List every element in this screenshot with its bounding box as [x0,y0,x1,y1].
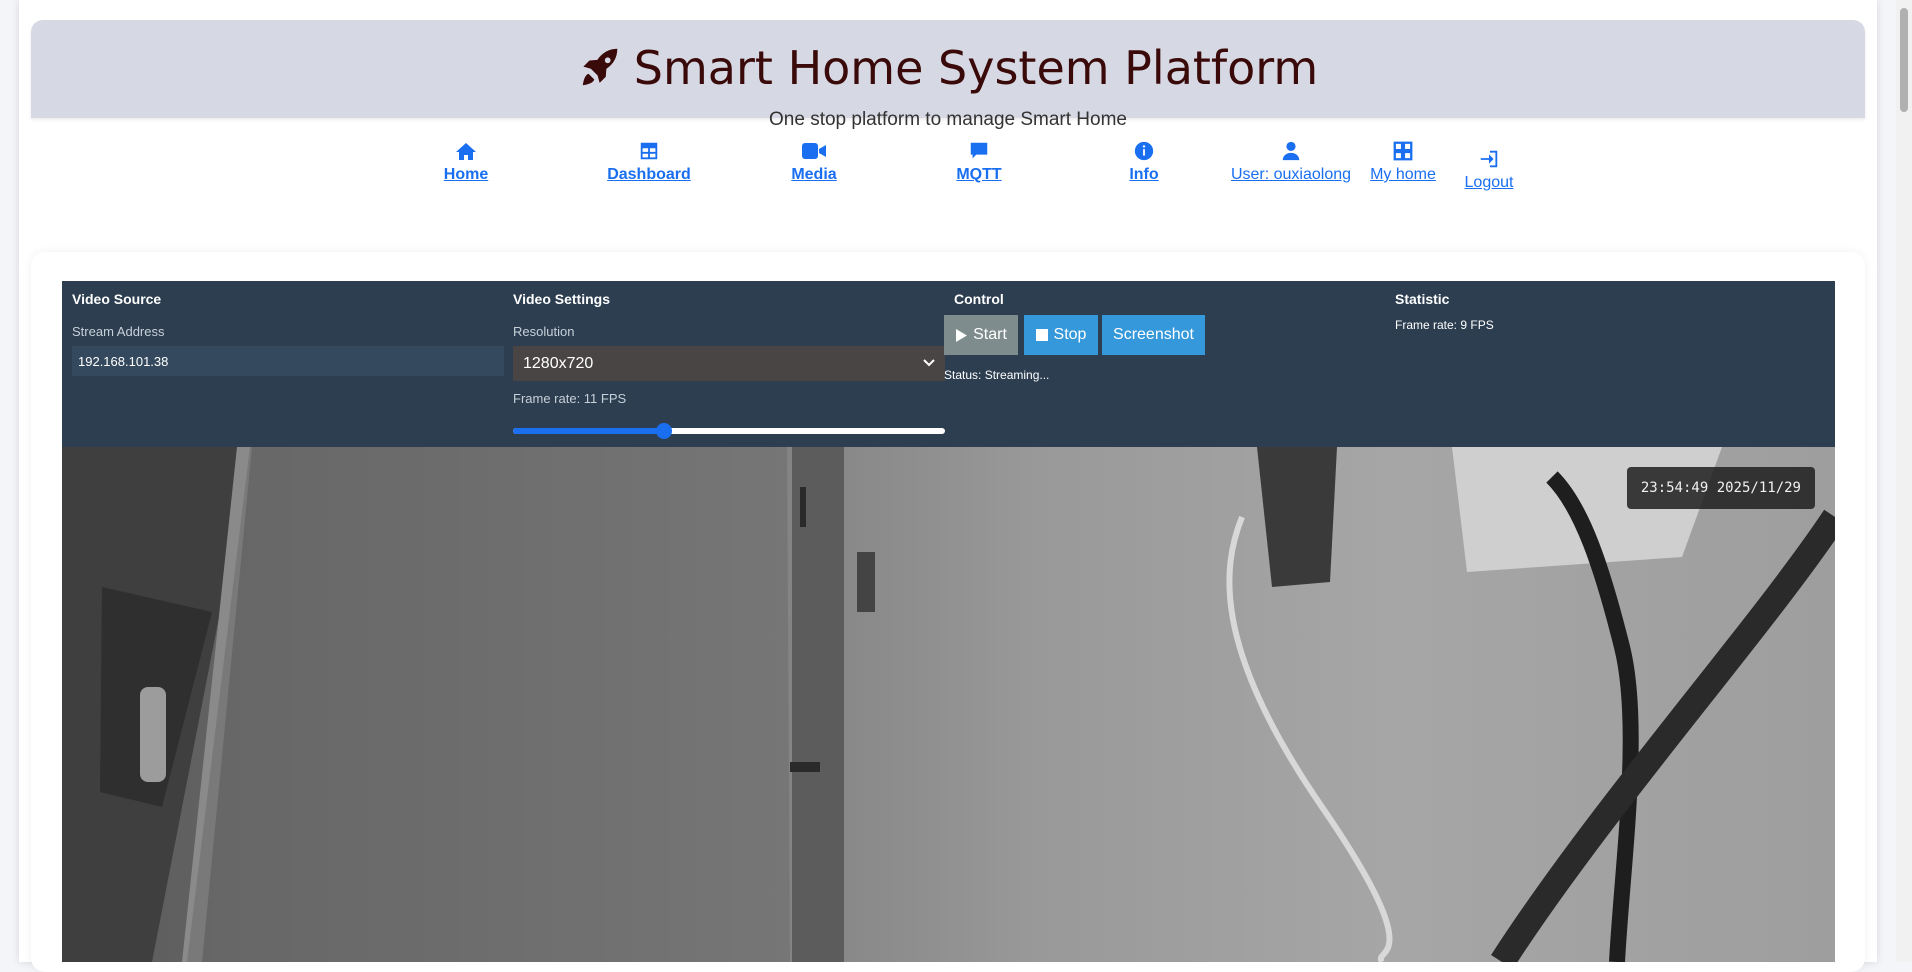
page-title: Smart Home System Platform [31,40,1865,96]
page-subtitle: One stop platform to manage Smart Home [769,109,1127,130]
table-icon [579,140,719,164]
main-nav: Home Dashboard Media MQTT Info User: oux [19,140,1877,200]
message-icon [929,140,1029,164]
nav-media[interactable]: Media [764,140,864,184]
video-source-heading: Video Source [72,291,162,307]
control-bar: Video Source Stream Address Video Settin… [62,281,1835,447]
video-stream: 23:54:49 2025/11/29 [62,447,1835,962]
frame-rate-slider[interactable] [513,421,945,441]
video-frame-image [62,447,1835,962]
resolution-select[interactable]: 1280x720 [513,346,945,381]
rocket-icon [582,48,618,86]
home-icon [421,140,511,164]
frame-rate-label: Frame rate: 11 FPS [513,391,627,406]
start-button[interactable]: Start [944,315,1018,355]
resolution-value: 1280x720 [523,354,594,372]
video-settings-section: Video Settings Resolution 1280x720 Frame… [503,281,945,447]
nav-dashboard[interactable]: Dashboard [579,140,719,184]
stop-icon [1035,329,1048,341]
nav-logout[interactable]: Logout [1434,148,1544,192]
header: Smart Home System Platform One stop plat… [31,20,1865,130]
video-source-section: Video Source Stream Address [62,281,504,447]
slider-thumb[interactable] [656,423,673,439]
control-section: Control Start Stop Screenshot Status: St… [944,281,1385,447]
stream-address-label: Stream Address [72,324,165,339]
stop-button[interactable]: Stop [1024,315,1098,355]
statistic-heading: Statistic [1395,291,1450,307]
nav-home[interactable]: Home [421,140,511,184]
statistic-frame-rate: Frame rate: 9 FPS [1395,318,1494,332]
slider-fill [513,428,665,434]
status-text: Status: Streaming... [944,368,1050,382]
screenshot-button[interactable]: Screenshot [1102,315,1205,355]
stream-address-input[interactable] [72,346,504,376]
statistic-section: Statistic Frame rate: 9 FPS [1385,281,1835,447]
video-settings-heading: Video Settings [513,291,610,307]
scrollbar-thumb[interactable] [1900,8,1908,112]
page-scrollbar[interactable] [1896,0,1912,962]
nav-info[interactable]: Info [1094,140,1194,184]
nav-user[interactable]: User: ouxiaolong [1211,140,1371,184]
page-title-text: Smart Home System Platform [633,41,1319,95]
video-camera-icon [764,140,864,164]
nav-mqtt[interactable]: MQTT [929,140,1029,184]
chevron-down-icon [923,355,935,373]
user-icon [1211,140,1371,164]
play-icon [956,328,968,342]
control-heading: Control [954,291,1004,307]
logout-icon [1434,148,1544,172]
resolution-label: Resolution [513,324,575,339]
video-timestamp: 23:54:49 2025/11/29 [1626,467,1815,509]
info-icon [1094,140,1194,164]
